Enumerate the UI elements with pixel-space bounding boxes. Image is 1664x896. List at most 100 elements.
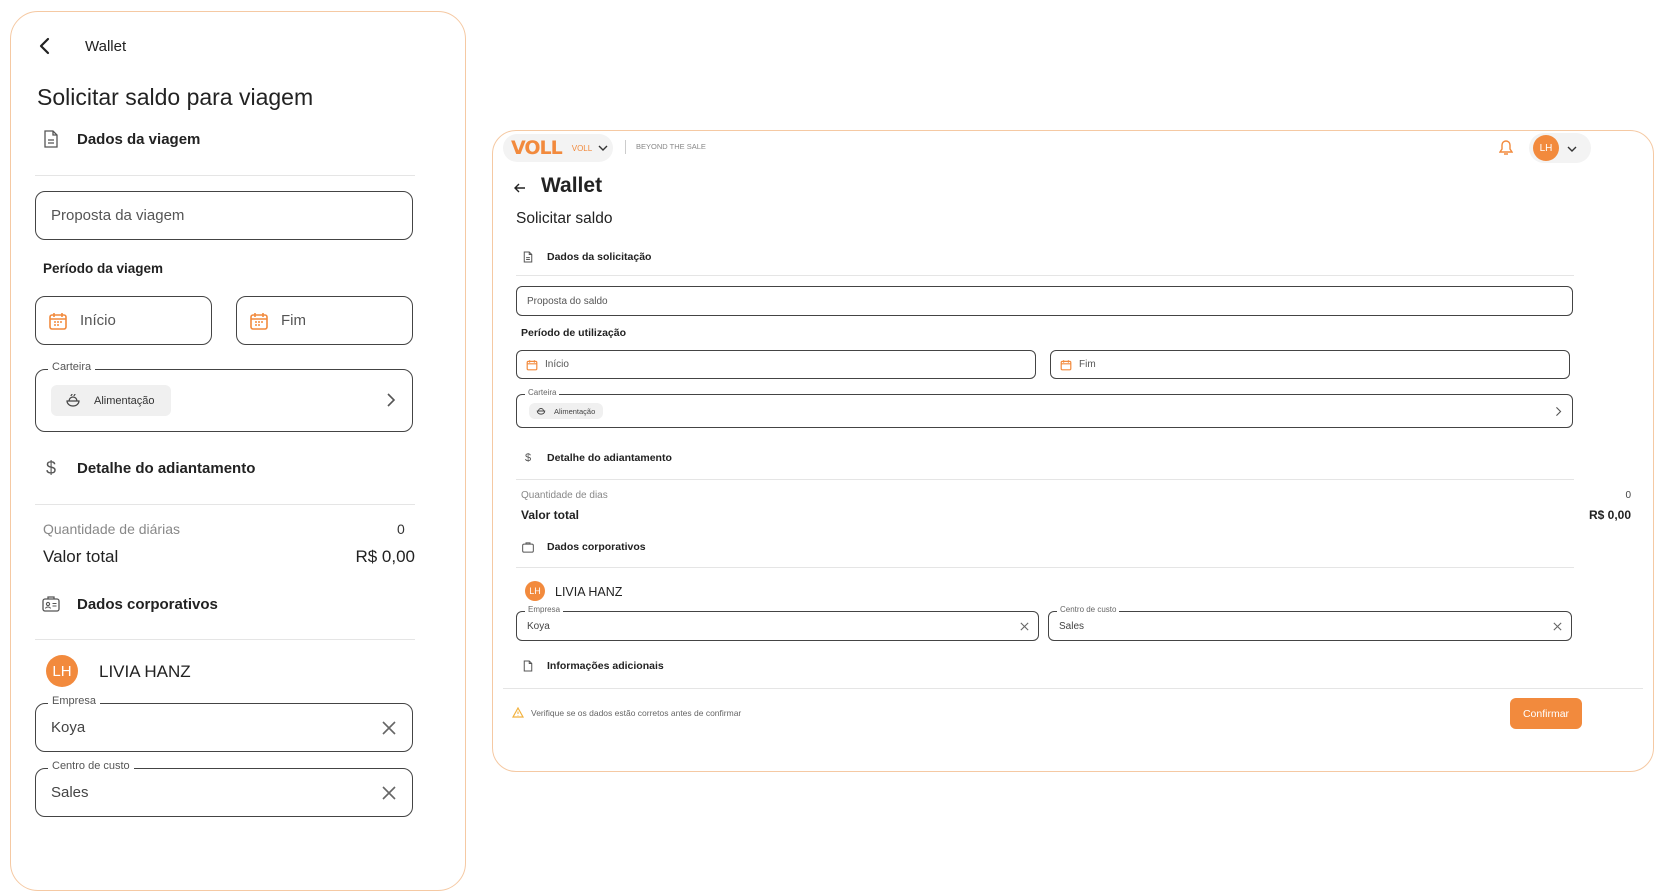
page-title: Solicitar saldo para viagem: [37, 84, 314, 110]
start-date-placeholder: Início: [545, 359, 569, 370]
bell-icon[interactable]: [1499, 140, 1513, 156]
avatar: LH: [525, 581, 545, 601]
chevron-right-icon: [387, 393, 396, 407]
subtitle: Solicitar saldo: [516, 210, 613, 227]
cost-center-value: Sales: [51, 784, 89, 801]
clear-icon[interactable]: [380, 719, 398, 737]
section-corporate-label: Dados corporativos: [547, 541, 646, 553]
divider: [516, 479, 1574, 480]
wallet-chip: Alimentação: [529, 403, 604, 419]
food-bowl-icon: [66, 393, 80, 407]
end-date-input[interactable]: Fim: [236, 296, 413, 345]
divider: [625, 140, 626, 154]
brand-selector[interactable]: VOLL VOLL: [503, 134, 613, 162]
divider: [516, 275, 1574, 276]
company-value: Koya: [527, 620, 550, 632]
wallet-select[interactable]: Carteira Alimentação: [35, 361, 413, 432]
section-advance-label: Detalhe do adiantamento: [77, 459, 256, 477]
corporate-id-icon: [521, 540, 535, 554]
chevron-down-icon: [1567, 146, 1577, 152]
company-field[interactable]: Empresa Koya: [35, 695, 413, 752]
section-trip-label: Dados da viagem: [77, 130, 201, 148]
avatar: LH: [46, 655, 78, 687]
desktop-panel: VOLL VOLL BEYOND THE SALE LH Wallet Soli…: [492, 130, 1654, 772]
section-request-header: Dados da solicitação: [521, 250, 651, 264]
mobile-topbar: Wallet: [35, 24, 126, 68]
trip-proposal-input[interactable]: Proposta da viagem: [35, 191, 413, 240]
qty-label: Quantidade de diárias: [43, 521, 180, 537]
company-legend: Empresa: [525, 605, 564, 614]
proposal-input[interactable]: Proposta do saldo: [516, 286, 1573, 316]
section-additional-label: Informações adicionais: [547, 660, 664, 672]
section-advance-label: Detalhe do adiantamento: [547, 452, 672, 464]
period-label: Período de utilização: [521, 327, 627, 339]
clear-icon[interactable]: [1019, 621, 1030, 632]
chevron-right-icon: [1556, 406, 1562, 417]
qty-value: 0: [1625, 490, 1631, 501]
document-icon: [521, 659, 535, 673]
wallet-select[interactable]: Carteira Alimentação: [516, 388, 1573, 428]
food-bowl-icon: [536, 408, 546, 415]
wallet-chip-label: Alimentação: [94, 394, 155, 407]
start-date-placeholder: Início: [80, 312, 116, 329]
total-label: Valor total: [43, 547, 119, 566]
qty-value: 0: [397, 521, 405, 537]
back-arrow-icon[interactable]: [513, 182, 527, 194]
dollar-icon: $: [45, 457, 56, 478]
clear-icon[interactable]: [380, 784, 398, 802]
section-corporate-header: Dados corporativos: [521, 540, 646, 554]
cost-center-legend: Centro de custo: [48, 760, 134, 772]
footer-warning: Verifique se os dados estão corretos ant…: [531, 708, 742, 718]
end-date-placeholder: Fim: [1079, 359, 1096, 370]
document-icon: [41, 129, 61, 149]
wallet-legend: Carteira: [48, 361, 96, 373]
confirm-button[interactable]: Confirmar: [1510, 698, 1582, 729]
brand-select-label: VOLL: [571, 143, 593, 153]
wallet-chip: Alimentação: [51, 385, 171, 416]
brand-logo: VOLL: [511, 137, 563, 159]
total-value: R$ 0,00: [1588, 508, 1631, 522]
calendar-icon: [526, 359, 538, 370]
cost-center-value: Sales: [1059, 620, 1085, 632]
back-arrow-icon[interactable]: [35, 36, 55, 56]
section-advance-header: $ Detalhe do adiantamento: [41, 458, 255, 478]
start-date-input[interactable]: Início: [516, 350, 1036, 379]
qty-label: Quantidade de dias: [521, 490, 608, 501]
dollar-icon: $: [524, 452, 532, 464]
warning-icon: [512, 707, 524, 718]
divider: [503, 688, 1643, 689]
section-advance-header: $ Detalhe do adiantamento: [521, 451, 672, 465]
section-corporate-label: Dados corporativos: [77, 595, 218, 613]
divider: [35, 639, 415, 640]
chevron-down-icon: [598, 145, 608, 151]
total-value: R$ 0,00: [355, 547, 415, 566]
company-legend: Empresa: [48, 695, 101, 707]
cost-center-field[interactable]: Centro de custo Sales: [35, 760, 413, 817]
trip-proposal-placeholder: Proposta da viagem: [51, 207, 185, 224]
calendar-icon: [250, 312, 268, 330]
app-name: Wallet: [85, 37, 127, 55]
wallet-chip-label: Alimentação: [554, 406, 596, 416]
document-icon: [521, 250, 535, 264]
section-corporate-header: Dados corporativos: [41, 594, 218, 614]
user-name: LIVIA HANZ: [99, 662, 191, 681]
cost-center-field[interactable]: Centro de custo Sales: [1048, 605, 1572, 641]
tagline: BEYOND THE SALE: [636, 142, 706, 151]
calendar-icon: [49, 312, 67, 330]
mobile-panel: Wallet Solicitar saldo para viagem Dados…: [10, 11, 466, 891]
company-value: Koya: [51, 719, 86, 736]
section-additional-header[interactable]: Informações adicionais: [521, 659, 664, 673]
end-date-placeholder: Fim: [281, 312, 306, 329]
company-field[interactable]: Empresa Koya: [516, 605, 1039, 641]
proposal-placeholder: Proposta do saldo: [527, 295, 608, 307]
section-request-label: Dados da solicitação: [547, 251, 652, 263]
clear-icon[interactable]: [1552, 621, 1563, 632]
section-trip-header: Dados da viagem: [41, 129, 200, 149]
header-avatar: LH: [1533, 135, 1559, 161]
calendar-icon: [1060, 359, 1072, 370]
end-date-input[interactable]: Fim: [1050, 350, 1570, 379]
start-date-input[interactable]: Início: [35, 296, 212, 345]
page-title: Wallet: [541, 174, 603, 197]
cost-center-legend: Centro de custo: [1057, 605, 1120, 614]
total-label: Valor total: [521, 508, 580, 522]
